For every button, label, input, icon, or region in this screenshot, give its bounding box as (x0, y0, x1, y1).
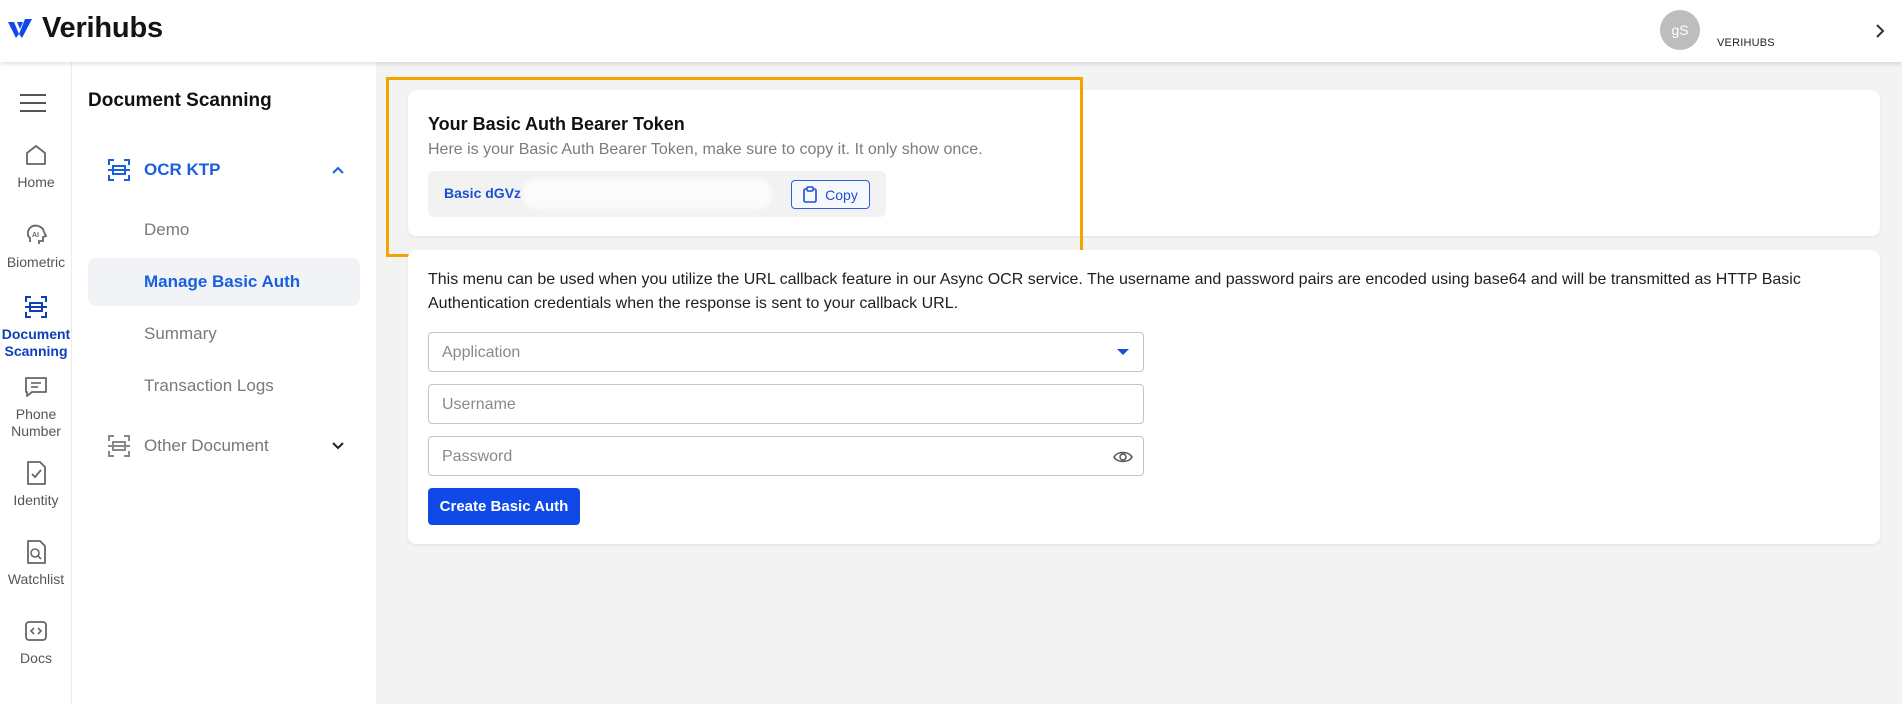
svg-text:AI: AI (32, 232, 39, 239)
copy-button[interactable]: Copy (791, 180, 870, 209)
chevron-down-icon[interactable] (330, 438, 346, 454)
rail-item-document-scanning[interactable]: Document Scanning (0, 294, 72, 360)
token-card-description: Here is your Basic Auth Bearer Token, ma… (428, 141, 983, 158)
bearer-token-card: Your Basic Auth Bearer Token Here is you… (408, 90, 1880, 236)
ai-face-icon: AI (26, 224, 48, 244)
clipboard-icon (803, 186, 817, 203)
username-input[interactable]: Username (428, 384, 1144, 424)
rail-label-identity: Identity (13, 492, 59, 508)
search-document-icon (27, 540, 46, 564)
rail-label-biometric: Biometric (6, 254, 66, 270)
rail-label-document-scanning: Document Scanning (1, 326, 71, 359)
nav-group-label: Other Document (144, 436, 269, 455)
avatar[interactable]: gS (1660, 10, 1700, 50)
create-basic-auth-card: This menu can be used when you utilize t… (408, 250, 1880, 544)
password-input[interactable]: Password (428, 436, 1144, 476)
scan-icon (108, 435, 130, 457)
copy-button-label: Copy (825, 186, 858, 203)
hamburger-menu-icon[interactable] (20, 94, 46, 112)
scan-icon (108, 159, 130, 181)
rail-label-docs: Docs (20, 650, 52, 666)
username-placeholder: Username (442, 396, 516, 413)
caret-down-icon (1117, 349, 1129, 355)
rail-item-watchlist[interactable]: Watchlist (0, 539, 72, 588)
scan-icon (25, 296, 47, 318)
verihubs-logo-icon (8, 18, 32, 38)
token-value[interactable]: Basic dGVz (444, 185, 521, 201)
rail-item-biometric[interactable]: AI Biometric (0, 222, 72, 271)
nav-group-other-document[interactable]: Other Document (88, 426, 360, 466)
rail-label-phone-number: Phone Number (11, 406, 61, 439)
eye-icon[interactable] (1113, 448, 1133, 466)
token-display: Basic dGVz Copy (428, 171, 886, 217)
home-icon (26, 145, 46, 165)
create-basic-auth-button[interactable]: Create Basic Auth (428, 488, 580, 525)
form-description: This menu can be used when you utilize t… (428, 271, 1801, 312)
nav-item-manage-basic-auth[interactable]: Manage Basic Auth (88, 258, 360, 306)
account-name: VERIHUBS (1717, 37, 1775, 49)
subnav-title: Document Scanning (88, 90, 272, 111)
nav-item-demo[interactable]: Demo (88, 206, 360, 254)
rail-label-watchlist: Watchlist (7, 571, 65, 587)
nav-group-label: OCR KTP (144, 160, 221, 179)
sub-navigation: Document Scanning OCR KTP Demo Manage Ba… (72, 62, 376, 704)
icon-rail: Home AI Biometric Document Scanning Phon… (0, 62, 72, 704)
rail-item-identity[interactable]: Identity (0, 460, 72, 509)
rail-item-home[interactable]: Home (0, 142, 72, 191)
password-placeholder: Password (442, 448, 513, 465)
rail-label-home: Home (17, 174, 55, 190)
token-card-title: Your Basic Auth Bearer Token (428, 114, 685, 134)
identity-check-icon (27, 461, 46, 485)
nav-item-transaction-logs[interactable]: Transaction Logs (88, 362, 360, 410)
token-redaction (522, 179, 772, 209)
brand-name: Verihubs (42, 12, 163, 44)
nav-group-ocr-ktp[interactable]: OCR KTP (88, 150, 360, 190)
top-bar: Verihubs gS VERIHUBS (0, 0, 1902, 62)
chevron-right-icon[interactable] (1872, 20, 1888, 42)
rail-item-phone-number[interactable]: Phone Number (0, 374, 72, 440)
chevron-up-icon[interactable] (330, 162, 346, 178)
nav-item-summary[interactable]: Summary (88, 310, 360, 358)
application-placeholder: Application (442, 344, 521, 361)
brand-logo[interactable]: Verihubs (6, 12, 163, 45)
rail-item-docs[interactable]: Docs (0, 618, 72, 667)
message-icon (25, 377, 47, 397)
code-icon (25, 621, 47, 641)
application-select[interactable]: Application (428, 332, 1144, 372)
